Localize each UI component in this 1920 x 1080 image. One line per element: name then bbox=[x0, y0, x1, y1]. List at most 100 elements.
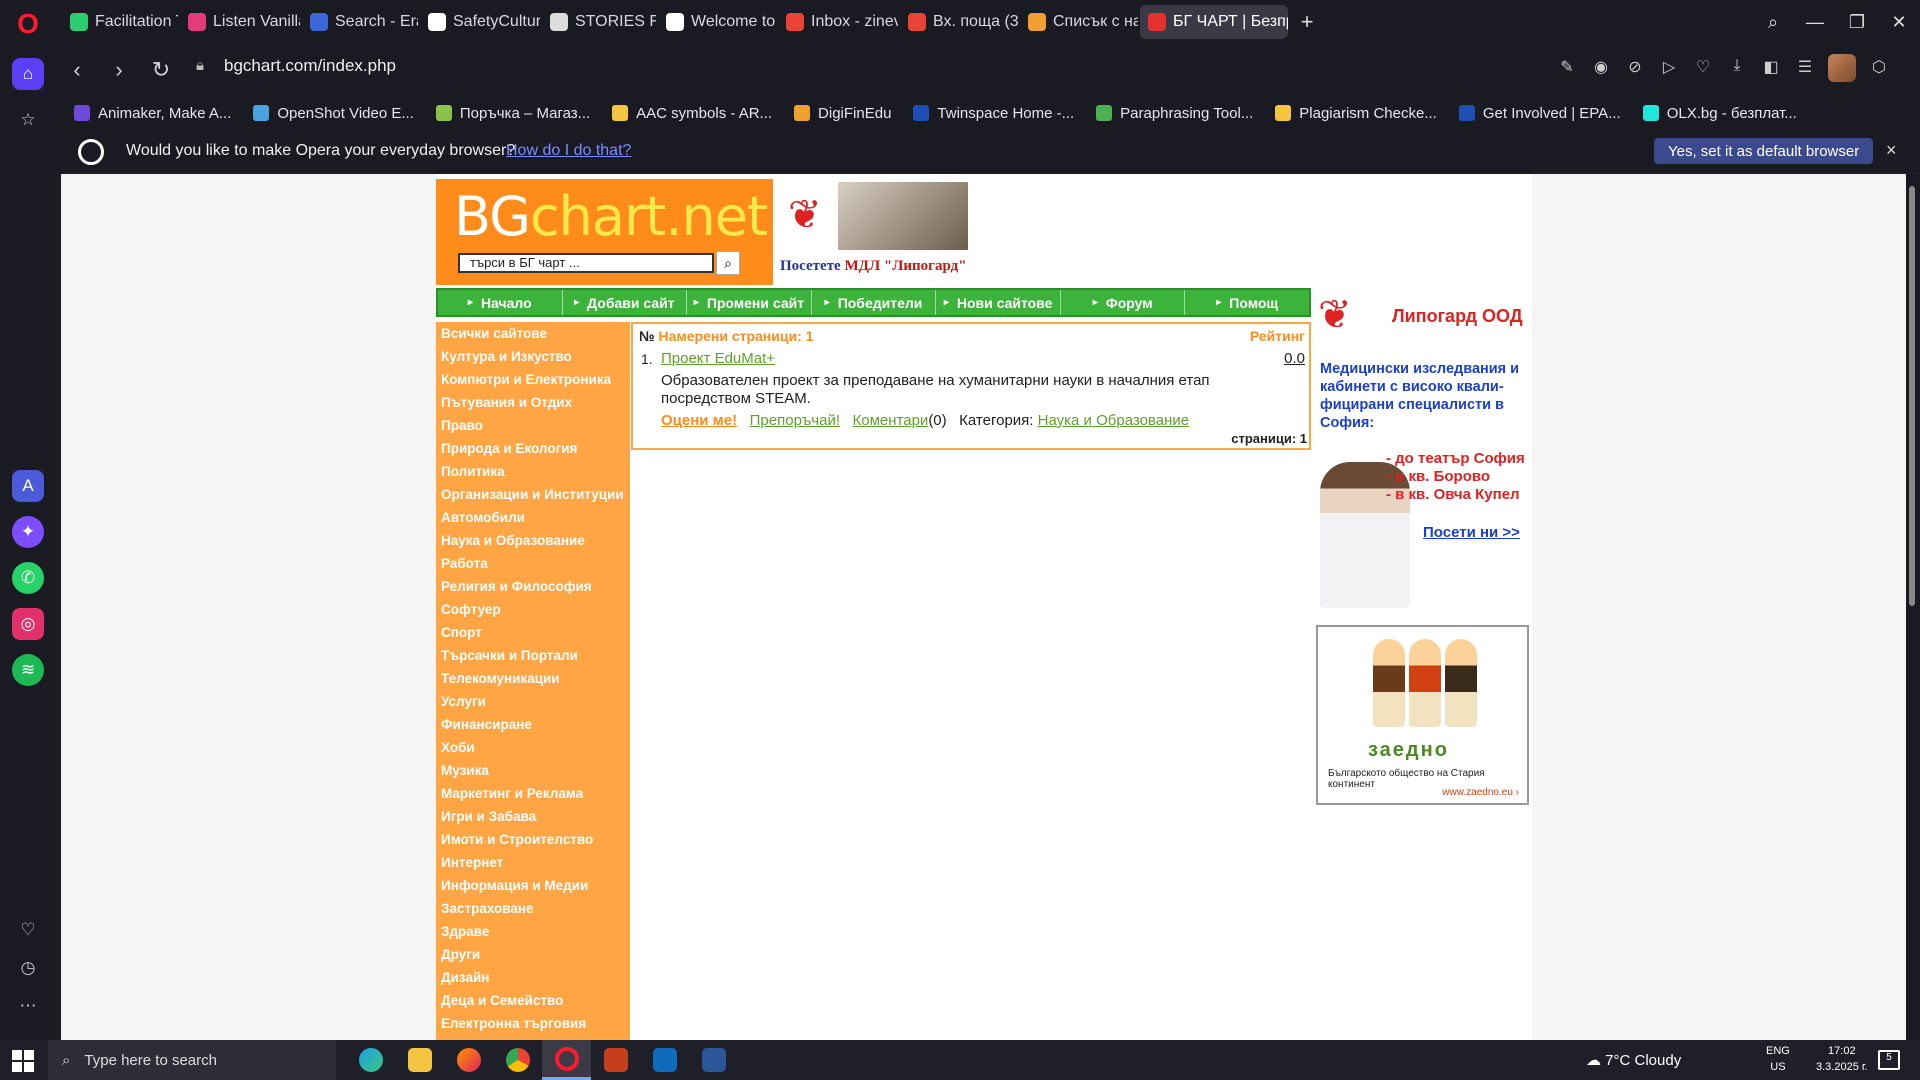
chrome-icon[interactable] bbox=[493, 1040, 542, 1080]
site-nav-item[interactable]: Форум bbox=[1061, 290, 1186, 315]
top-ad-banner[interactable]: ❦ Посетете МДЛ "Липогард" bbox=[778, 182, 978, 282]
page-scrollbar[interactable] bbox=[1906, 174, 1920, 1040]
result-title-link[interactable]: Проект EduMat+ bbox=[661, 350, 775, 367]
start-button[interactable] bbox=[12, 1050, 34, 1072]
edge-icon[interactable] bbox=[346, 1040, 395, 1080]
aria-icon[interactable]: A bbox=[12, 470, 44, 502]
opera-logo-icon[interactable]: O bbox=[10, 6, 46, 42]
category-link[interactable]: Природа и Екология bbox=[436, 437, 630, 460]
site-search-button[interactable]: ⌕ bbox=[716, 251, 740, 275]
site-nav-item[interactable]: Начало bbox=[438, 290, 563, 315]
url-field[interactable]: bgchart.com/index.php bbox=[224, 56, 396, 76]
history-icon[interactable]: ◷ bbox=[12, 952, 44, 984]
spotify-icon[interactable]: ≋ bbox=[12, 654, 44, 686]
browser-tab[interactable]: Facilitation Techn bbox=[62, 5, 178, 39]
easy-setup-icon[interactable]: ☰ bbox=[1794, 57, 1816, 79]
category-link[interactable]: Финансиране bbox=[436, 713, 630, 736]
browser-tab[interactable]: БГ ЧАРТ | Безпристраст bbox=[1140, 5, 1288, 39]
whatsapp-icon[interactable]: ✆ bbox=[12, 562, 44, 594]
browser-tab[interactable]: Listen Vanilla Rad bbox=[180, 5, 300, 39]
browser-tab[interactable]: Списък с над 500 bbox=[1020, 5, 1138, 39]
category-link[interactable]: Всички сайтове bbox=[436, 322, 630, 345]
adblock-icon[interactable]: ⊘ bbox=[1624, 57, 1646, 79]
lock-icon[interactable]: 🔒︎ bbox=[196, 57, 204, 74]
browser-tab[interactable]: Inbox - zinevart@ bbox=[778, 5, 898, 39]
extensions-icon[interactable]: ⬡ bbox=[1868, 57, 1890, 79]
browser-tab[interactable]: Вх. поща (3) - zo bbox=[900, 5, 1018, 39]
bookmark-item[interactable]: Plagiarism Checke... bbox=[1275, 105, 1437, 122]
category-link[interactable]: Телекомуникации bbox=[436, 667, 630, 690]
browser-tab[interactable]: SafetyCulture: Ma bbox=[420, 5, 540, 39]
opera-taskbar-icon[interactable] bbox=[542, 1040, 591, 1080]
category-link[interactable]: Работа bbox=[436, 552, 630, 575]
back-button[interactable]: ‹ bbox=[56, 57, 98, 83]
category-link[interactable]: Спорт bbox=[436, 621, 630, 644]
browser-tab[interactable]: STORIES FROM T bbox=[542, 5, 656, 39]
site-nav-item[interactable]: Победители bbox=[812, 290, 937, 315]
edit-icon[interactable]: ✎ bbox=[1556, 57, 1578, 79]
camera-icon[interactable]: ◉ bbox=[1590, 57, 1612, 79]
category-link[interactable]: Имоти и Строителство bbox=[436, 828, 630, 851]
home-icon[interactable]: ⌂ bbox=[12, 58, 44, 90]
category-link[interactable]: Култура и Изкуство bbox=[436, 345, 630, 368]
minimize-button[interactable]: — bbox=[1794, 12, 1836, 33]
messenger-icon[interactable]: ✦ bbox=[12, 516, 44, 548]
file-explorer-icon[interactable] bbox=[395, 1040, 444, 1080]
category-link[interactable]: Електронна търговия bbox=[436, 1012, 630, 1035]
new-tab-button[interactable]: + bbox=[1290, 9, 1324, 35]
reload-button[interactable]: ↻ bbox=[140, 57, 182, 83]
bookmark-item[interactable]: Animaker, Make A... bbox=[74, 105, 231, 122]
bookmark-item[interactable]: DigiFinEdu bbox=[794, 105, 891, 122]
site-nav-item[interactable]: Помощ bbox=[1185, 290, 1309, 315]
restore-button[interactable]: ❐ bbox=[1836, 12, 1878, 33]
category-link[interactable]: Търсачки и Портали bbox=[436, 644, 630, 667]
pinboard-icon[interactable]: ☆ bbox=[12, 104, 44, 136]
more-icon[interactable]: ⋯ bbox=[12, 990, 44, 1022]
favorites-icon[interactable]: ♡ bbox=[1692, 57, 1714, 79]
bookmark-item[interactable]: Get Involved | EPA... bbox=[1458, 105, 1621, 122]
close-infobar-icon[interactable]: × bbox=[1886, 140, 1897, 161]
browser-tab[interactable]: Search - Erasmus bbox=[302, 5, 418, 39]
category-link[interactable]: Пътувания и Отдих bbox=[436, 391, 630, 414]
forward-button[interactable]: › bbox=[98, 57, 140, 83]
bookmark-item[interactable]: OLX.bg - безплат... bbox=[1642, 105, 1797, 122]
category-link[interactable]: Интернет bbox=[436, 851, 630, 874]
weather-widget[interactable]: ☁︎ 7°C Cloudy bbox=[1586, 1051, 1681, 1069]
result-score[interactable]: 0.0 bbox=[1284, 350, 1305, 367]
category-link[interactable]: Софтуер bbox=[436, 598, 630, 621]
bookmark-item[interactable]: Paraphrasing Tool... bbox=[1096, 105, 1253, 122]
comments-link[interactable]: Коментари bbox=[853, 412, 929, 429]
infobar-help-link[interactable]: How do I do that? bbox=[506, 142, 631, 160]
category-link[interactable]: Дизайн bbox=[436, 966, 630, 989]
profile-avatar[interactable] bbox=[1828, 54, 1856, 82]
category-link[interactable]: Компютри и Електроника bbox=[436, 368, 630, 391]
browser-tab[interactable]: Welcome to The bbox=[658, 5, 776, 39]
clock[interactable]: 17:02 3.3.2025 г. bbox=[1816, 1043, 1868, 1075]
bookmark-item[interactable]: Twinspace Home -... bbox=[913, 105, 1074, 122]
category-link[interactable]: Музика bbox=[436, 759, 630, 782]
outlook-icon[interactable] bbox=[640, 1040, 689, 1080]
language-indicator[interactable]: ENG US bbox=[1766, 1043, 1790, 1075]
category-link[interactable]: Политика bbox=[436, 460, 630, 483]
category-link[interactable]: Застраховане bbox=[436, 897, 630, 920]
powerpoint-icon[interactable] bbox=[591, 1040, 640, 1080]
recommend-link[interactable]: Препоръчай! bbox=[750, 412, 840, 429]
category-link[interactable]: Информация и Медии bbox=[436, 874, 630, 897]
visit-us-link[interactable]: Посети ни >> bbox=[1423, 524, 1520, 541]
notifications-icon[interactable]: 5 bbox=[1878, 1050, 1900, 1070]
search-tabs-icon[interactable]: ⌕ bbox=[1752, 12, 1794, 33]
instagram-icon[interactable]: ◎ bbox=[12, 608, 44, 640]
battery-saver-icon[interactable]: ◧ bbox=[1760, 57, 1782, 79]
site-nav-item[interactable]: Промени сайт bbox=[687, 290, 812, 315]
download-icon[interactable]: ⤓ bbox=[1726, 57, 1748, 79]
site-search-input[interactable]: търси в БГ чарт ... bbox=[458, 253, 714, 273]
zaedno-ad[interactable]: заедно Българското общество на Стария ко… bbox=[1316, 625, 1529, 805]
heart-icon[interactable]: ♡ bbox=[12, 914, 44, 946]
bookmark-item[interactable]: Поръчка – Магаз... bbox=[435, 105, 590, 122]
site-nav-item[interactable]: Добави сайт bbox=[563, 290, 688, 315]
zaedno-url[interactable]: www.zaedno.eu › bbox=[1442, 787, 1519, 798]
rate-me-link[interactable]: Оцени ме! bbox=[661, 412, 737, 429]
word-icon[interactable] bbox=[689, 1040, 738, 1080]
category-link[interactable]: Наука и Образование bbox=[1038, 412, 1189, 429]
taskbar-search[interactable]: ⌕ Type here to search bbox=[48, 1040, 336, 1080]
